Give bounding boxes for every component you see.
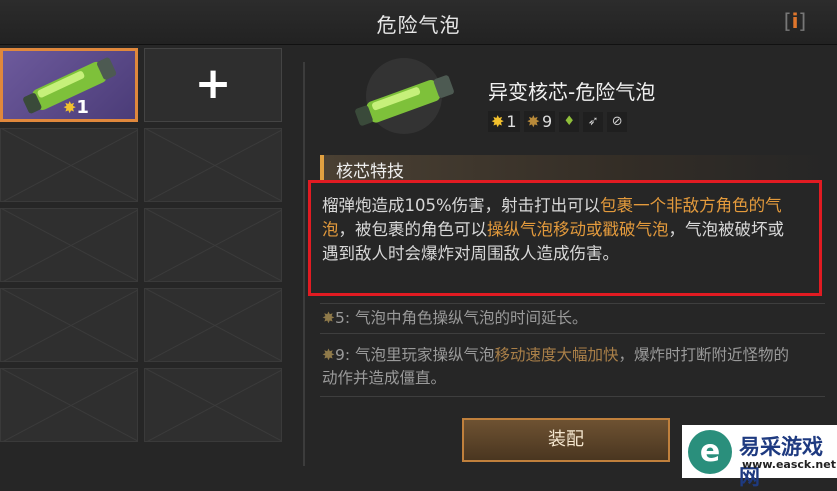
star-icon: ✸ <box>491 112 505 131</box>
star-icon: ✸ <box>63 98 77 117</box>
core-skill-header: 核芯特技 <box>320 155 829 182</box>
watermark-url: www.easck.net <box>742 458 836 471</box>
empty-slot <box>144 368 282 442</box>
empty-slot <box>0 208 138 282</box>
empty-slot <box>0 128 138 202</box>
leaf-element-icon: ♦ <box>559 111 580 132</box>
star-icon: ✸ <box>322 346 335 364</box>
item-stats: ✸ 1 ✸ 9 ♦ ➶ ⊘ <box>488 111 628 132</box>
top-bar: 危险气泡 [i] <box>0 0 837 45</box>
watermark-logo: e <box>688 430 732 474</box>
selected-star-count: ✸1 <box>63 97 89 118</box>
empty-slot <box>0 368 138 442</box>
star-icon: ✸ <box>526 112 540 131</box>
empty-slot <box>144 288 282 362</box>
weapon-rocket-icon: ➶ <box>583 111 604 132</box>
star-stat: ✸ 1 <box>488 111 520 132</box>
empty-slot <box>144 128 282 202</box>
add-core-button[interactable]: + <box>144 48 282 122</box>
empty-slot <box>0 288 138 362</box>
empty-slot <box>144 208 282 282</box>
core-item-image <box>355 58 454 134</box>
divider-line <box>320 396 825 397</box>
star-stat: ✸ 9 <box>523 111 556 132</box>
core-slot-selected[interactable]: ✸1 <box>0 48 138 122</box>
item-name: 异变核芯-危险气泡 <box>488 80 656 104</box>
bonus-level-9: ✸9: 气泡里玩家操纵气泡移动速度大幅加快，爆炸时打断附近怪物的动作并造成僵直。 <box>322 346 790 387</box>
panel-divider <box>303 62 305 466</box>
divider-line <box>320 303 825 304</box>
bonus-level-5: ✸5: 气泡中角色操纵气泡的时间延长。 <box>322 309 588 327</box>
divider-line <box>320 333 825 334</box>
plus-icon: + <box>194 58 232 109</box>
page-title: 危险气泡 <box>376 13 461 37</box>
star-icon: ✸ <box>322 309 335 327</box>
skill-description: 榴弹炮造成105%伤害，射击打出可以包裹一个非敌方角色的气泡，被包裹的角色可以操… <box>322 196 784 263</box>
equip-button[interactable]: 装配 <box>462 418 670 462</box>
cancel-circle-icon: ⊘ <box>607 111 628 132</box>
site-watermark: e 易采游戏网 www.easck.net <box>682 425 837 489</box>
info-button[interactable]: [i] <box>776 9 814 35</box>
